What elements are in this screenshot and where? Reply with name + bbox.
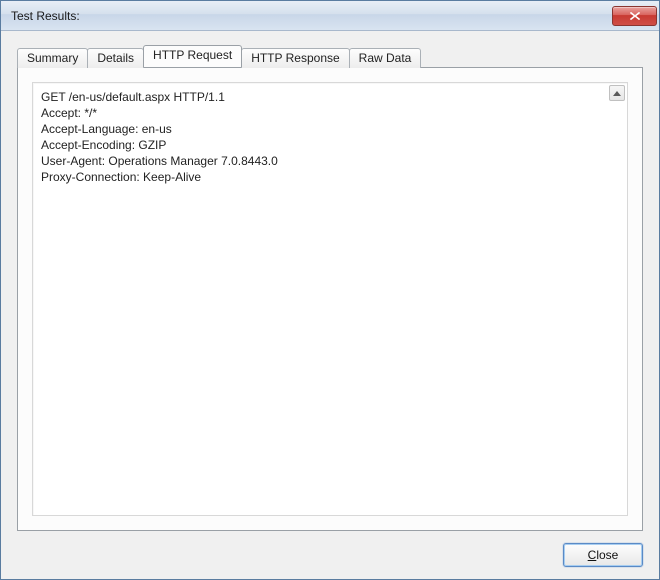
titlebar[interactable]: Test Results:	[1, 1, 659, 31]
content-area: Summary Details HTTP Request HTTP Respon…	[1, 31, 659, 531]
request-text: GET /en-us/default.aspx HTTP/1.1 Accept:…	[41, 89, 619, 185]
tab-http-request[interactable]: HTTP Request	[143, 45, 242, 67]
tab-panel: GET /en-us/default.aspx HTTP/1.1 Accept:…	[17, 67, 643, 531]
tab-details[interactable]: Details	[87, 48, 144, 68]
close-button[interactable]: Close	[563, 543, 643, 567]
window-title: Test Results:	[11, 9, 612, 23]
dialog-footer: Close	[1, 531, 659, 579]
close-button-rest: lose	[596, 548, 618, 562]
tab-summary[interactable]: Summary	[17, 48, 88, 68]
close-icon	[629, 11, 641, 21]
window-close-button[interactable]	[612, 6, 657, 26]
scroll-up-button[interactable]	[609, 85, 625, 101]
tab-bar: Summary Details HTTP Request HTTP Respon…	[17, 45, 643, 67]
request-text-area[interactable]: GET /en-us/default.aspx HTTP/1.1 Accept:…	[32, 82, 628, 516]
tab-raw-data[interactable]: Raw Data	[349, 48, 422, 68]
dialog-window: Test Results: Summary Details HTTP Reque…	[0, 0, 660, 580]
tab-http-response[interactable]: HTTP Response	[241, 48, 349, 68]
